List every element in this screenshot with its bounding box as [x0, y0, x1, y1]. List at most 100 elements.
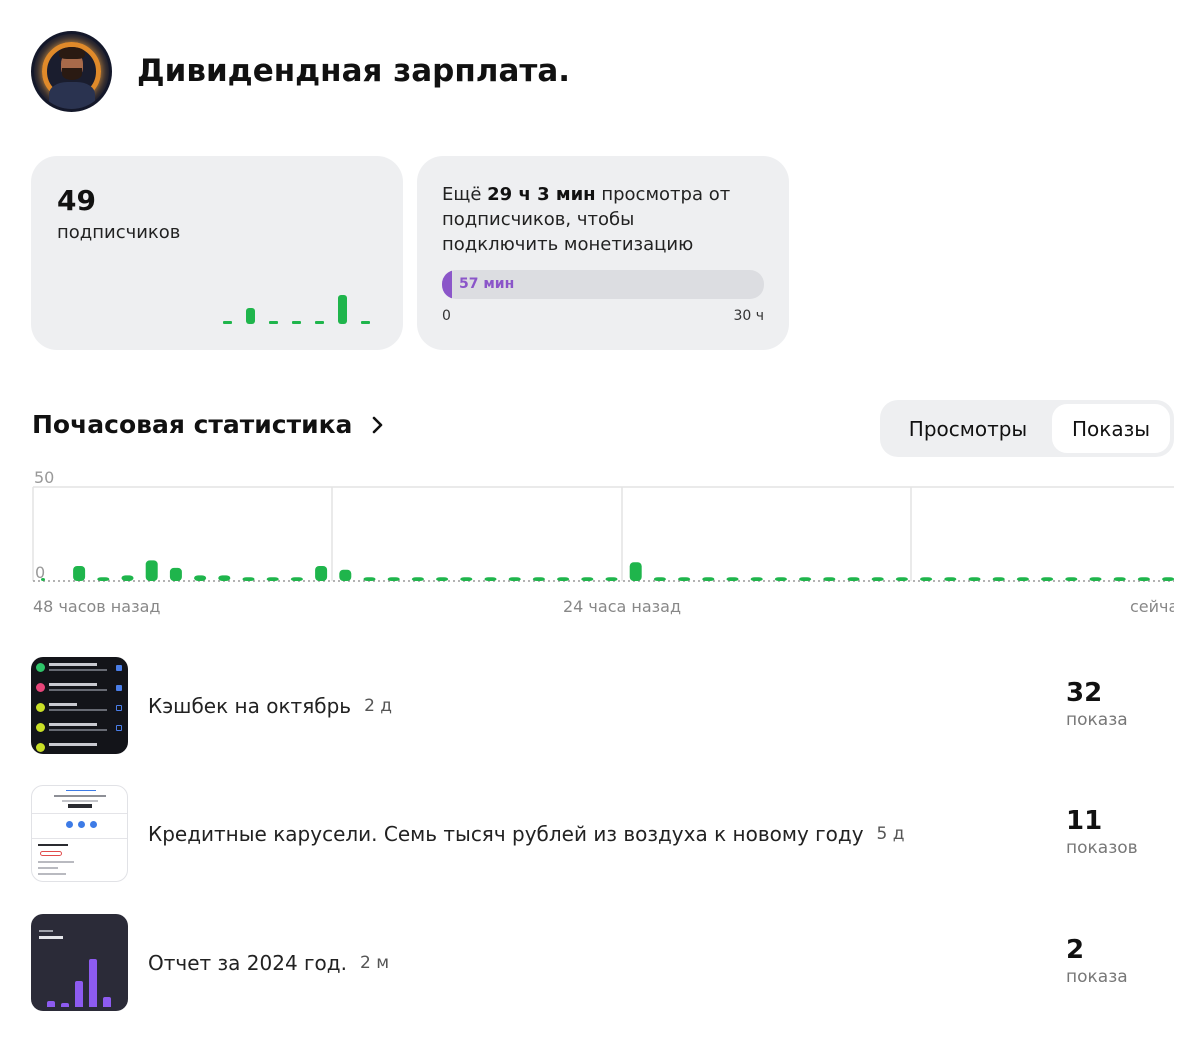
- y-tick-label: 50: [34, 468, 54, 487]
- channel-title: Дивидендная зарплата.: [137, 53, 571, 89]
- hourly-bar: [1137, 577, 1150, 581]
- hourly-bar: [750, 577, 763, 581]
- hourly-bar: [702, 577, 715, 581]
- hourly-bar: [992, 577, 1005, 581]
- hourly-bar: [968, 577, 981, 581]
- hourly-bar: [460, 577, 473, 581]
- hourly-bar: [73, 565, 86, 581]
- hourly-bar: [41, 578, 45, 581]
- subscribers-mini-chart: [223, 295, 370, 324]
- hourly-bar: [678, 577, 691, 581]
- hourly-bar: [1041, 577, 1054, 581]
- hourly-bar: [653, 577, 666, 581]
- hourly-bar: [315, 565, 328, 581]
- post-title[interactable]: Кредитные карусели. Семь тысяч рублей из…: [148, 822, 864, 846]
- subscribers-count: 49: [57, 184, 96, 217]
- hourly-bar: [363, 577, 376, 581]
- post-item[interactable]: Кредитные карусели. Семь тысяч рублей из…: [31, 785, 1200, 882]
- monetization-progress-fill: [442, 270, 453, 299]
- hourly-bar: [1016, 577, 1029, 581]
- post-impressions-count: 32: [1066, 678, 1103, 708]
- hourly-bar: [242, 577, 255, 581]
- progress-max-label: 30 ч: [733, 308, 764, 324]
- cashback-list-thumbnail[interactable]: [31, 657, 128, 754]
- hourly-bar: [532, 577, 545, 581]
- hourly-bar: [557, 577, 570, 581]
- hourly-chart: 50048 часов назад24 часа назадсейчас: [30, 462, 1174, 622]
- post-title[interactable]: Отчет за 2024 год.: [148, 951, 347, 975]
- monetization-progress-bar: 57 мин: [442, 270, 764, 299]
- hourly-bar: [436, 577, 449, 581]
- hourly-bar: [339, 569, 352, 581]
- hourly-bar: [847, 577, 860, 581]
- hourly-bar: [218, 575, 231, 581]
- chevron-right-icon: [373, 416, 383, 433]
- post-title[interactable]: Кэшбек на октябрь: [148, 694, 351, 718]
- post-impressions: 2 показа: [1066, 934, 1128, 988]
- post-impressions: 11 показов: [1066, 805, 1138, 859]
- progress-min-label: 0: [442, 308, 451, 324]
- post-age: 5 д: [876, 823, 905, 844]
- hourly-bar: [605, 577, 618, 581]
- subscribers-mini-bar: [338, 295, 347, 324]
- hourly-bar: [944, 577, 957, 581]
- post-item[interactable]: Кэшбек на октябрь 2 д 32 показа: [31, 657, 1200, 754]
- post-item[interactable]: Отчет за 2024 год. 2 м 2 показа: [31, 914, 1200, 1011]
- hourly-bar: [1162, 577, 1174, 581]
- subscribers-card[interactable]: 49 подписчиков: [31, 156, 403, 350]
- subscribers-mini-bar: [315, 321, 324, 324]
- x-tick-label: 24 часа назад: [563, 597, 681, 616]
- post-age: 2 м: [359, 952, 390, 973]
- avatar-hair: [59, 46, 85, 59]
- x-tick-label: 48 часов назад: [33, 597, 160, 616]
- post-impressions-unit: показа: [1066, 710, 1128, 730]
- tab-shows[interactable]: Показы: [1052, 404, 1170, 453]
- monetization-text: Ещё 29 ч 3 мин просмотра от подписчиков,…: [442, 182, 742, 257]
- metric-toggle[interactable]: Просмотры Показы: [880, 400, 1174, 457]
- post-impressions-unit: показов: [1066, 838, 1138, 858]
- hourly-bar: [1089, 577, 1102, 581]
- hourly-bar: [799, 577, 812, 581]
- hourly-bar: [895, 577, 908, 581]
- hourly-stats-title: Почасовая статистика: [32, 410, 353, 439]
- post-age: 2 д: [364, 695, 393, 716]
- tab-views[interactable]: Просмотры: [884, 404, 1052, 453]
- hourly-bar: [1065, 577, 1078, 581]
- hourly-bar: [411, 577, 424, 581]
- subscribers-mini-bar: [223, 321, 232, 324]
- monetization-card[interactable]: Ещё 29 ч 3 мин просмотра от подписчиков,…: [417, 156, 789, 350]
- monetization-text-prefix: Ещё: [442, 184, 488, 205]
- hourly-bar: [920, 577, 933, 581]
- post-impressions: 32 показа: [1066, 677, 1128, 731]
- hourly-stats-link[interactable]: Почасовая статистика: [32, 410, 386, 439]
- hourly-bar: [774, 577, 787, 581]
- subscribers-mini-bar: [246, 308, 255, 324]
- hourly-bar: [169, 567, 182, 581]
- monetization-remaining: 29 ч 3 мин: [487, 184, 596, 205]
- hourly-bar: [290, 577, 303, 581]
- avatar-beard: [62, 67, 82, 80]
- hourly-bar: [266, 577, 279, 581]
- hourly-bar: [508, 577, 521, 581]
- monetization-progress-label: 57 мин: [459, 276, 515, 292]
- channel-header: Дивидендная зарплата.: [31, 30, 571, 112]
- hourly-bar: [726, 577, 739, 581]
- post-impressions-unit: показа: [1066, 967, 1128, 987]
- bank-app-thumbnail[interactable]: [31, 785, 128, 882]
- x-tick-label: сейчас: [1130, 597, 1174, 616]
- hourly-bar: [1113, 577, 1126, 581]
- hourly-bar: [194, 575, 207, 581]
- hourly-bar: [97, 577, 110, 581]
- hourly-bar: [484, 577, 497, 581]
- bar-chart-thumbnail[interactable]: [31, 914, 128, 1011]
- hourly-bar: [387, 577, 400, 581]
- hourly-bar: [581, 577, 594, 581]
- channel-avatar[interactable]: [31, 30, 112, 112]
- hourly-bar: [145, 560, 158, 581]
- subscribers-label: подписчиков: [57, 222, 181, 243]
- hourly-bar: [823, 577, 836, 581]
- post-impressions-count: 2: [1066, 935, 1085, 965]
- hourly-bar: [629, 562, 642, 581]
- subscribers-mini-bar: [292, 321, 301, 324]
- post-impressions-count: 11: [1066, 806, 1103, 836]
